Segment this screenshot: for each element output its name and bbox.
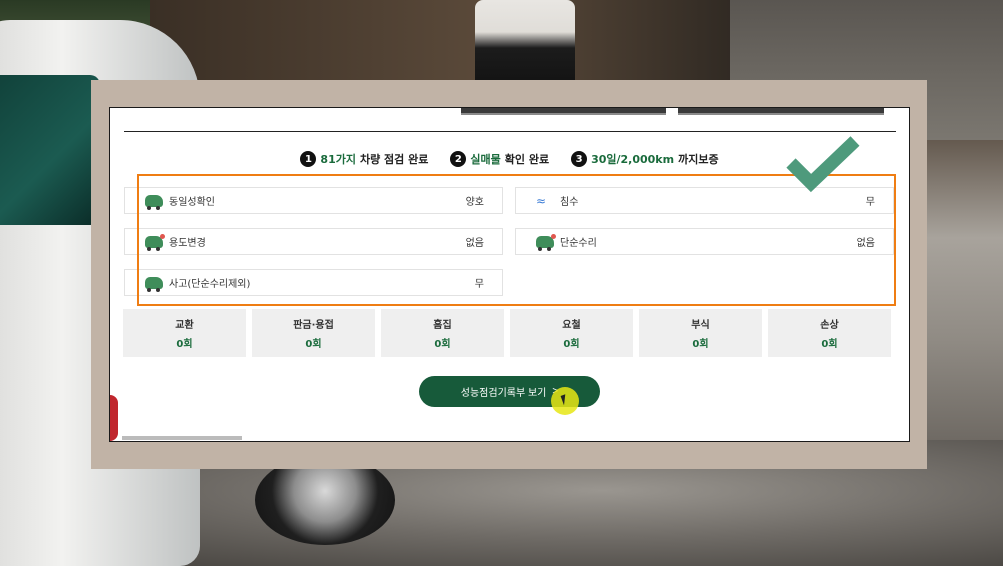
background-person: [475, 0, 575, 80]
count-value: 0회: [563, 339, 580, 350]
count-exchange: 교환 0회: [123, 309, 246, 357]
car-photo-thumbnail[interactable]: [678, 108, 884, 115]
step-3: 3 30일/2,000km 까지보증: [571, 151, 719, 167]
count-label: 교환: [175, 320, 194, 331]
step-highlight: 실매물: [470, 153, 501, 166]
count-sheet-metal: 판금·용접 0회: [252, 309, 375, 357]
count-damage: 손상 0회: [768, 309, 891, 357]
count-value: 0회: [305, 339, 322, 350]
step-2: 2 실매물 확인 완료: [450, 151, 549, 167]
step-number-badge: 1: [300, 151, 317, 167]
side-tab[interactable]: [110, 395, 118, 441]
step-text: 차량 점검 완료: [359, 153, 429, 166]
checkmark-icon: [786, 136, 860, 193]
step-text: 확인 완료: [504, 153, 550, 166]
count-label: 요철: [562, 320, 581, 331]
count-value: 0회: [692, 339, 709, 350]
repair-counts: 교환 0회 판금·용접 0회 흠집 0회 요철 0회 부식 0회 손상 0회: [123, 309, 891, 357]
count-dent: 요철 0회: [510, 309, 633, 357]
mouse-cursor-icon: [551, 387, 579, 415]
step-text: 까지보증: [678, 153, 719, 166]
count-label: 판금·용접: [293, 320, 334, 331]
count-label: 부식: [691, 320, 710, 331]
step-number-badge: 3: [571, 151, 588, 167]
step-1: 1 81가지 차량 점검 완료: [300, 151, 428, 167]
count-label: 흠집: [433, 320, 452, 331]
count-value: 0회: [176, 339, 193, 350]
car-photo-thumbnail[interactable]: [461, 108, 666, 115]
section-divider: [124, 131, 896, 132]
step-highlight: 81가지: [320, 153, 356, 166]
background-car-window: [0, 75, 100, 225]
section-heading-cut: [122, 436, 242, 440]
count-value: 0회: [821, 339, 838, 350]
step-number-badge: 2: [450, 151, 467, 167]
button-label: 성능점검기록부 보기: [460, 388, 547, 399]
step-highlight: 30일/2,000km: [591, 153, 675, 166]
count-value: 0회: [434, 339, 451, 350]
count-label: 손상: [820, 320, 839, 331]
count-corrosion: 부식 0회: [639, 309, 762, 357]
count-scratch: 흠집 0회: [381, 309, 504, 357]
